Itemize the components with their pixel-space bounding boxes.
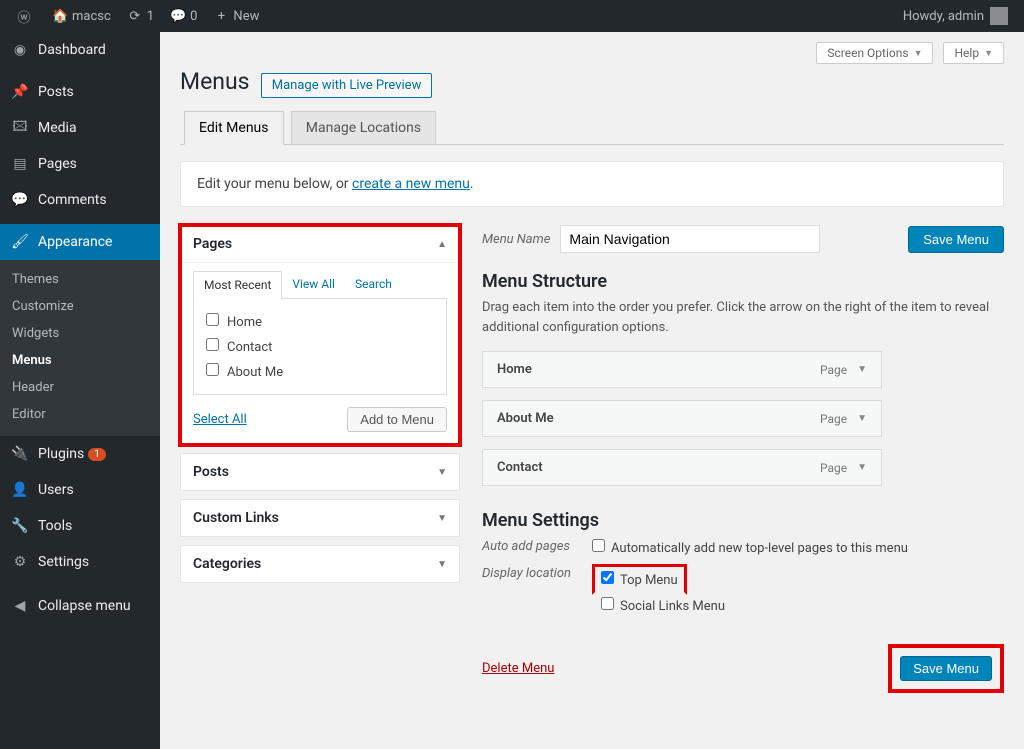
auto-add-checkbox[interactable]: Automatically add new top-level pages to… xyxy=(592,537,908,558)
user-icon: 👤 xyxy=(10,480,30,500)
pin-icon: 📌 xyxy=(10,82,30,102)
comments-link[interactable]: 💬0 xyxy=(162,0,205,32)
delete-menu-link[interactable]: Delete Menu xyxy=(482,661,554,676)
nav-comments[interactable]: 💬Comments xyxy=(0,182,160,218)
nav-pages[interactable]: ▤Pages xyxy=(0,146,160,182)
wrench-icon: 🔧 xyxy=(10,516,30,536)
my-account-link[interactable]: Howdy, admin xyxy=(895,0,1016,32)
chevron-down-icon: ▼ xyxy=(437,559,447,570)
tab-search[interactable]: Search xyxy=(345,271,402,298)
avatar xyxy=(990,7,1008,25)
chevron-down-icon[interactable]: ▼ xyxy=(857,413,867,424)
custom-links-metabox: Custom Links▼ xyxy=(180,499,460,537)
menu-item-about[interactable]: About Me Page ▼ xyxy=(482,400,882,437)
categories-metabox-toggle[interactable]: Categories▼ xyxy=(181,546,459,582)
chevron-down-icon[interactable]: ▼ xyxy=(857,364,867,375)
pages-metabox-toggle[interactable]: Pages ▲ xyxy=(181,226,459,263)
page-checkbox-about[interactable]: About Me xyxy=(206,359,434,384)
updates-link[interactable]: ⟳1 xyxy=(119,0,162,32)
collapse-icon: ◀ xyxy=(10,596,30,616)
wp-logo-icon[interactable]: ⓦ xyxy=(8,0,44,32)
dashboard-icon: ◉ xyxy=(10,40,30,60)
admin-toolbar: ⓦ 🏠macsc ⟳1 💬0 +New Howdy, admin xyxy=(0,0,1024,32)
tab-edit-menus[interactable]: Edit Menus xyxy=(184,111,284,145)
menu-settings-heading: Menu Settings xyxy=(482,510,1004,531)
chevron-down-icon[interactable]: ▼ xyxy=(857,462,867,473)
menu-item-contact[interactable]: Contact Page ▼ xyxy=(482,449,882,486)
save-menu-button-top[interactable]: Save Menu xyxy=(908,226,1004,253)
top-menu-checkbox[interactable]: Top Menu xyxy=(601,569,678,590)
menu-name-label: Menu Name xyxy=(482,232,550,247)
page-title: Menus xyxy=(180,68,250,95)
media-icon: 🖾 xyxy=(10,118,30,138)
tab-view-all[interactable]: View All xyxy=(282,271,345,298)
chevron-down-icon: ▼ xyxy=(914,48,923,59)
nav-media[interactable]: 🖾Media xyxy=(0,110,160,146)
add-to-menu-button[interactable]: Add to Menu xyxy=(347,407,447,432)
help-button[interactable]: Help ▼ xyxy=(943,42,1004,64)
tab-manage-locations[interactable]: Manage Locations xyxy=(291,111,436,144)
plugin-update-badge: 1 xyxy=(88,448,106,461)
nav-appearance[interactable]: 🖌Appearance xyxy=(0,224,160,260)
page-checkbox-home[interactable]: Home xyxy=(206,309,434,334)
appearance-submenu: Themes Customize Widgets Menus Header Ed… xyxy=(0,260,160,436)
sub-customize[interactable]: Customize xyxy=(0,293,160,320)
screen-options-button[interactable]: Screen Options ▼ xyxy=(816,42,933,64)
brush-icon: 🖌 xyxy=(10,232,30,252)
menu-tabs: Edit Menus Manage Locations xyxy=(180,110,1004,145)
nav-plugins[interactable]: 🔌Plugins1 xyxy=(0,436,160,472)
sub-themes[interactable]: Themes xyxy=(0,266,160,293)
comment-icon: 💬 xyxy=(10,190,30,210)
tab-most-recent[interactable]: Most Recent xyxy=(193,271,282,299)
page-checkbox-contact[interactable]: Contact xyxy=(206,334,434,359)
collapse-menu-button[interactable]: ◀Collapse menu xyxy=(0,588,160,624)
auto-add-label: Auto add pages xyxy=(482,537,592,554)
create-new-menu-link[interactable]: create a new menu xyxy=(352,176,470,192)
categories-metabox: Categories▼ xyxy=(180,545,460,583)
page-icon: ▤ xyxy=(10,154,30,174)
plug-icon: 🔌 xyxy=(10,444,30,464)
nav-users[interactable]: 👤Users xyxy=(0,472,160,508)
posts-metabox: Posts▼ xyxy=(180,453,460,491)
select-all-link[interactable]: Select All xyxy=(193,412,247,427)
manage-menus-row: Edit your menu below, or create a new me… xyxy=(180,161,1004,207)
site-name-link[interactable]: 🏠macsc xyxy=(44,0,119,32)
chevron-down-icon: ▼ xyxy=(437,467,447,478)
sub-editor[interactable]: Editor xyxy=(0,401,160,428)
social-links-checkbox[interactable]: Social Links Menu xyxy=(592,595,725,616)
sliders-icon: ⚙ xyxy=(10,552,30,572)
menu-structure-heading: Menu Structure xyxy=(482,271,1004,292)
posts-metabox-toggle[interactable]: Posts▼ xyxy=(181,454,459,490)
chevron-down-icon: ▼ xyxy=(437,513,447,524)
admin-sidebar: ◉Dashboard 📌Posts 🖾Media ▤Pages 💬Comment… xyxy=(0,32,160,749)
pages-metabox: Pages ▲ Most Recent View All Search Home… xyxy=(180,225,460,445)
menu-name-input[interactable] xyxy=(560,225,820,253)
menu-item-home[interactable]: Home Page ▼ xyxy=(482,351,882,388)
save-menu-button-bottom[interactable]: Save Menu xyxy=(900,656,992,681)
new-content-link[interactable]: +New xyxy=(205,0,267,32)
chevron-down-icon: ▼ xyxy=(984,48,993,59)
nav-settings[interactable]: ⚙Settings xyxy=(0,544,160,580)
live-preview-button[interactable]: Manage with Live Preview xyxy=(261,73,433,98)
nav-tools[interactable]: 🔧Tools xyxy=(0,508,160,544)
chevron-up-icon: ▲ xyxy=(437,239,447,250)
custom-links-metabox-toggle[interactable]: Custom Links▼ xyxy=(181,500,459,536)
sub-header[interactable]: Header xyxy=(0,374,160,401)
main-content: Screen Options ▼ Help ▼ Menus Manage wit… xyxy=(160,32,1024,749)
sub-menus[interactable]: Menus xyxy=(0,347,160,374)
menu-structure-desc: Drag each item into the order you prefer… xyxy=(482,298,1004,337)
display-location-label: Display location xyxy=(482,564,592,581)
nav-posts[interactable]: 📌Posts xyxy=(0,74,160,110)
sub-widgets[interactable]: Widgets xyxy=(0,320,160,347)
nav-dashboard[interactable]: ◉Dashboard xyxy=(0,32,160,68)
